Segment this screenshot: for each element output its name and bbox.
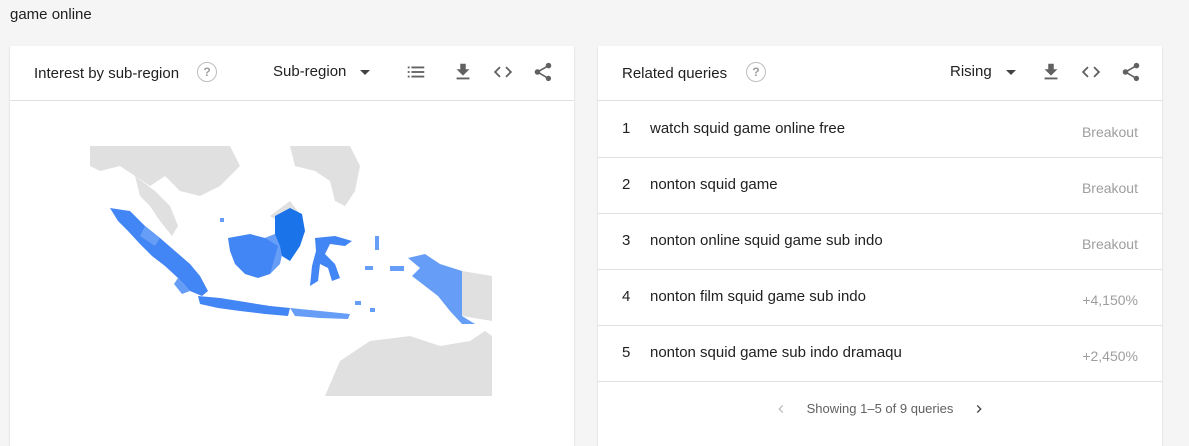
- card-title: Related queries: [622, 65, 728, 82]
- query-row[interactable]: 4 nonton film squid game sub indo +4,150…: [598, 269, 1162, 326]
- caret-down-icon: [360, 69, 371, 75]
- chevron-right-icon[interactable]: [971, 401, 987, 417]
- query-value: Breakout: [1081, 124, 1138, 140]
- kalimantan[interactable]: [228, 208, 305, 278]
- query-value: +2,450%: [1082, 348, 1138, 364]
- caret-down-icon: [1005, 69, 1016, 75]
- share-icon[interactable]: [1120, 61, 1142, 83]
- card-header: Interest by sub-region ? Sub-region: [10, 46, 574, 101]
- query-rank: 5: [622, 344, 631, 361]
- query-row[interactable]: 2 nonton squid game Breakout: [598, 157, 1162, 214]
- rising-dropdown[interactable]: Rising: [950, 63, 1016, 80]
- query-value: +4,150%: [1082, 292, 1138, 308]
- query-text: nonton online squid game sub indo: [650, 232, 883, 249]
- embed-icon[interactable]: [492, 61, 514, 83]
- query-text: nonton squid game sub indo dramaqu: [650, 344, 902, 361]
- related-queries-card: Related queries ? Rising 1 watch squid g…: [598, 46, 1162, 446]
- dropdown-label: Rising: [950, 63, 992, 80]
- share-icon[interactable]: [532, 61, 554, 83]
- query-value: Breakout: [1081, 236, 1138, 252]
- java[interactable]: [198, 296, 350, 319]
- interest-by-subregion-card: Interest by sub-region ? Sub-region: [10, 46, 574, 446]
- sulawesi[interactable]: [310, 236, 352, 286]
- card-title: Interest by sub-region: [34, 65, 180, 82]
- pager-text: Showing 1–5 of 9 queries: [806, 401, 954, 417]
- embed-icon[interactable]: [1080, 61, 1102, 83]
- query-rank: 1: [622, 120, 631, 137]
- query-row[interactable]: 5 nonton squid game sub indo dramaqu +2,…: [598, 325, 1162, 382]
- query-row[interactable]: 1 watch squid game online free Breakout: [598, 101, 1162, 158]
- help-icon[interactable]: ?: [197, 62, 217, 82]
- query-text: nonton film squid game sub indo: [650, 288, 866, 305]
- card-header: Related queries ? Rising: [598, 46, 1162, 101]
- list-icon[interactable]: [405, 61, 427, 83]
- search-term: game online: [10, 6, 92, 23]
- query-text: watch squid game online free: [650, 120, 846, 137]
- download-icon[interactable]: [452, 61, 474, 83]
- download-icon[interactable]: [1040, 61, 1062, 83]
- indonesia-map[interactable]: [90, 146, 492, 401]
- query-rank: 4: [622, 288, 631, 305]
- dropdown-label: Sub-region: [273, 63, 347, 80]
- subregion-dropdown[interactable]: Sub-region: [273, 63, 371, 80]
- query-text: nonton squid game: [650, 176, 778, 193]
- help-icon[interactable]: ?: [746, 62, 766, 82]
- query-row[interactable]: 3 nonton online squid game sub indo Brea…: [598, 213, 1162, 270]
- sumatra[interactable]: [110, 208, 208, 296]
- pagination: Showing 1–5 of 9 queries: [598, 400, 1162, 420]
- query-value: Breakout: [1081, 180, 1138, 196]
- query-rank: 3: [622, 232, 631, 249]
- chevron-left-icon[interactable]: [773, 401, 789, 417]
- query-rank: 2: [622, 176, 631, 193]
